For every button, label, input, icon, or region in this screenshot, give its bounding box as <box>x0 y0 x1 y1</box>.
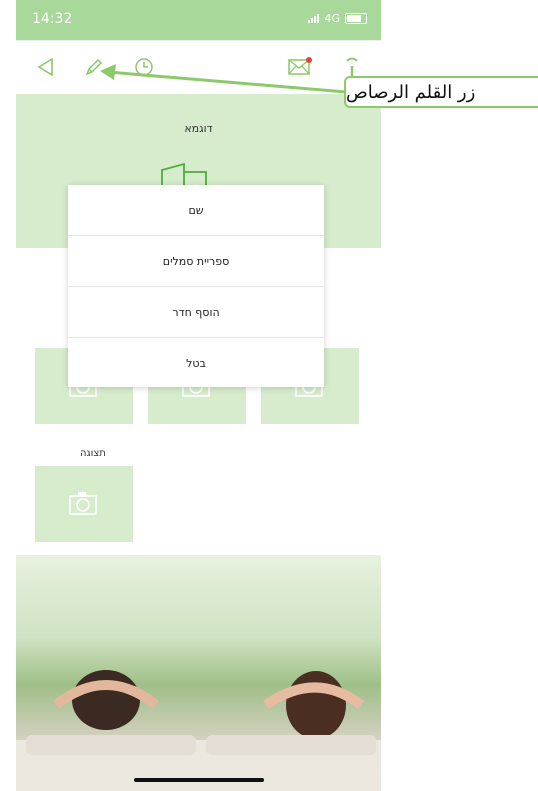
camera-icon <box>69 492 97 515</box>
menu-item-symbol-library[interactable]: ספריית סמלים <box>68 236 324 287</box>
callout-label: زر القلم الرصاص <box>344 76 538 108</box>
action-menu: שם ספריית סמלים הוסף חדר בטל <box>68 185 324 387</box>
page-title: דוגמא <box>184 122 213 135</box>
menu-item-name[interactable]: שם <box>68 185 324 236</box>
home-indicator <box>134 778 264 782</box>
menu-item-cancel[interactable]: בטל <box>68 338 324 388</box>
couple-on-sofa-illustration <box>16 670 381 791</box>
preview-photo-tile[interactable] <box>35 466 133 542</box>
background-photo <box>16 555 381 791</box>
menu-item-add-room[interactable]: הוסף חדר <box>68 287 324 338</box>
preview-label: תצוגה <box>80 448 106 459</box>
